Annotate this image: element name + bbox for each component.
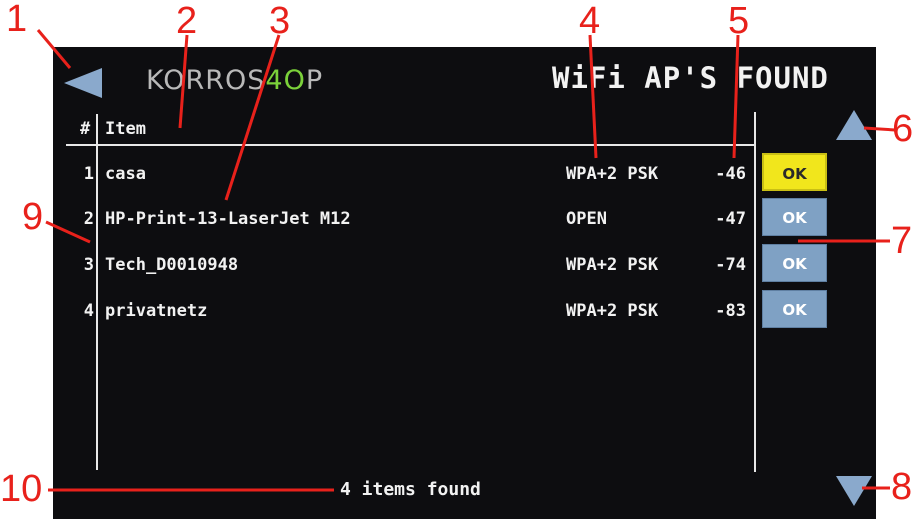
- row-number: 4: [83, 301, 94, 321]
- logo-tail: P: [305, 65, 324, 96]
- security-type: WPA+2 PSK: [566, 255, 659, 275]
- ssid: privatnetz: [105, 301, 208, 321]
- back-button[interactable]: [64, 68, 104, 98]
- callout-2: 2: [176, 0, 198, 42]
- row-number: 1: [83, 164, 94, 184]
- ok-button[interactable]: OK: [762, 198, 827, 236]
- scroll-up-button[interactable]: [834, 110, 874, 142]
- logo-main: KORROS: [146, 65, 266, 96]
- back-arrow-icon: [64, 68, 102, 98]
- ok-button[interactable]: OK: [762, 153, 827, 191]
- ok-button[interactable]: OK: [762, 244, 827, 282]
- device-screen: [53, 47, 876, 519]
- header-divider: [66, 144, 756, 146]
- callout-7: 7: [891, 220, 913, 262]
- security-type: OPEN: [566, 209, 607, 229]
- ssid: HP-Print-13-LaserJet M12: [105, 209, 351, 229]
- ssid: casa: [105, 164, 146, 184]
- security-type: WPA+2 PSK: [566, 301, 659, 321]
- callout-9: 9: [22, 196, 44, 238]
- callout-6: 6: [892, 108, 914, 150]
- ok-button[interactable]: OK: [762, 290, 827, 328]
- callout-3: 3: [269, 0, 291, 42]
- ssid: Tech_D0010948: [105, 255, 239, 275]
- signal-strength: -46: [715, 164, 746, 184]
- logo-accent: 4O: [265, 65, 306, 96]
- column-header-number: #: [80, 119, 91, 139]
- scroll-up-icon: [836, 110, 872, 140]
- security-type: WPA+2 PSK: [566, 164, 659, 184]
- callout-8: 8: [891, 466, 913, 508]
- page-title: WiFi AP'S FOUND: [552, 61, 829, 95]
- column-header-item: Item: [105, 119, 146, 139]
- logo: KORROS4OP: [146, 64, 323, 98]
- scroll-down-button[interactable]: [834, 476, 874, 508]
- signal-strength: -47: [715, 209, 746, 229]
- callout-10: 10: [0, 468, 43, 510]
- row-number: 3: [83, 255, 94, 275]
- signal-strength: -83: [715, 301, 746, 321]
- scroll-down-icon: [836, 476, 872, 506]
- items-found-status: 4 items found: [340, 479, 481, 500]
- callout-1: 1: [6, 0, 28, 40]
- row-number: 2: [83, 209, 94, 229]
- callout-5: 5: [728, 0, 750, 42]
- callout-4: 4: [579, 0, 601, 42]
- signal-strength: -74: [715, 255, 746, 275]
